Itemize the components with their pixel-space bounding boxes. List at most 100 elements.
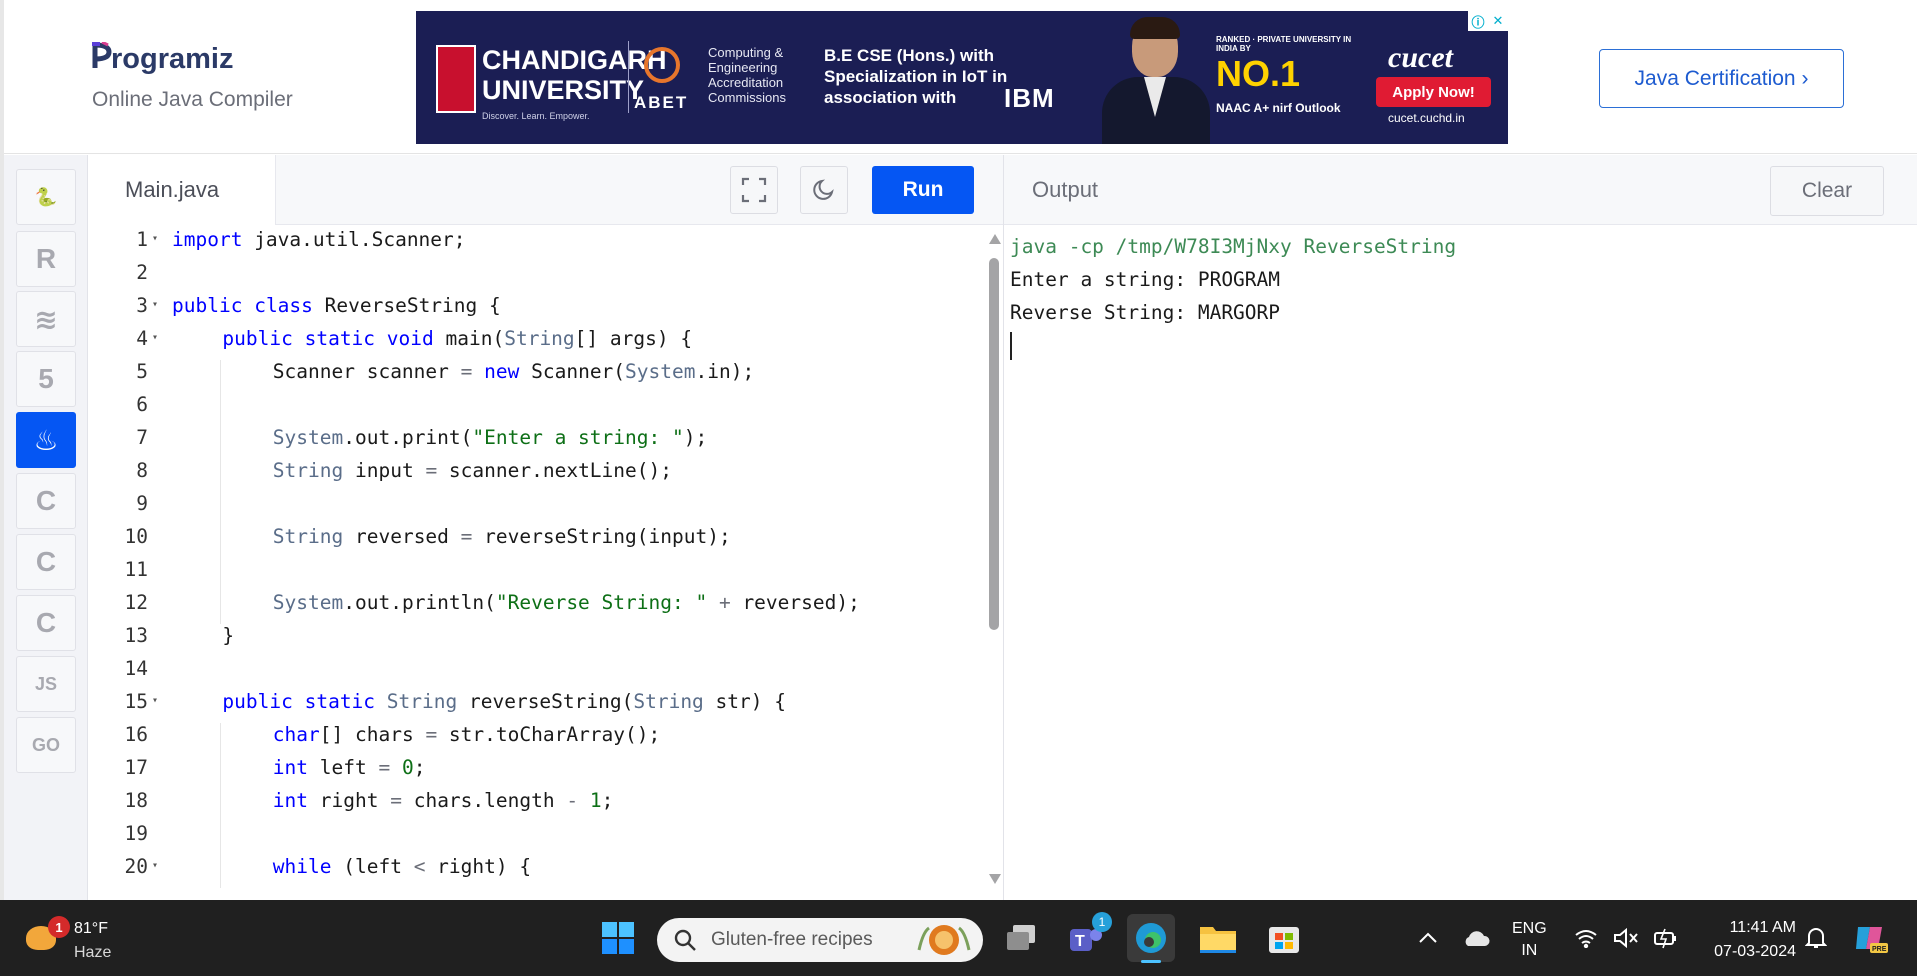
wifi-button[interactable] (1566, 914, 1606, 962)
taskbar-search[interactable]: Gluten-free recipes (657, 918, 983, 962)
code-token: reversed (343, 525, 461, 548)
copilot-button[interactable]: PRE (1846, 914, 1894, 962)
code-token: new (484, 360, 520, 383)
csharp-icon: C (35, 607, 57, 638)
file-explorer-button[interactable] (1194, 914, 1242, 962)
output-terminal[interactable]: java -cp /tmp/W78I3MjNxy ReverseString E… (1010, 230, 1456, 360)
ad-apply-button[interactable]: Apply Now! (1376, 77, 1491, 107)
code-token: import (172, 228, 243, 251)
output-pane: Output Clear java -cp /tmp/W78I3MjNxy Re… (1003, 155, 1917, 900)
code-token: Scanner( (519, 360, 626, 383)
onedrive-button[interactable] (1452, 914, 1500, 962)
code-line: public static void main(String[] args) { (222, 327, 692, 350)
notifications-button[interactable] (1796, 914, 1836, 962)
code-token: System (625, 360, 696, 383)
store-button[interactable] (1260, 914, 1308, 962)
weather-widget[interactable]: 1 81°F Haze (22, 916, 162, 964)
task-view-button[interactable] (997, 914, 1045, 962)
scrollbar-thumb[interactable] (989, 258, 999, 630)
code-token: ); (683, 426, 708, 449)
sidebar-lang-python[interactable]: 🐍 (16, 169, 76, 225)
code-token: < (413, 855, 426, 878)
sidebar-lang-r[interactable]: R (16, 231, 76, 287)
indent-guide (220, 360, 221, 393)
code-token: - (566, 789, 579, 812)
recipe-highlight-icon (917, 925, 971, 955)
sidebar-lang-csharp[interactable]: C (16, 595, 76, 651)
code-token: Scanner scanner (272, 360, 461, 383)
ad-person-image (1096, 15, 1216, 144)
line-number: 14 (124, 657, 148, 680)
taskbar-clock[interactable]: 11:41 AM 07-03-2024 (1696, 916, 1796, 964)
code-token: String (504, 327, 575, 350)
run-button[interactable]: Run (872, 166, 974, 214)
java-certification-button[interactable]: Java Certification › (1599, 49, 1844, 108)
fold-arrow-icon[interactable]: ▾ (152, 299, 162, 310)
sidebar-lang-html5[interactable]: 5 (16, 351, 76, 407)
code-token: public (222, 690, 293, 713)
code-token: String (272, 525, 344, 548)
code-line: int left = 0; (273, 756, 426, 779)
line-number: 9 (136, 492, 148, 515)
code-token: = (425, 459, 438, 482)
line-number: 5 (136, 360, 148, 383)
ad-banner[interactable]: CHANDIGARH UNIVERSITY Discover. Learn. E… (416, 11, 1508, 144)
code-token: = (460, 360, 473, 383)
code-editor[interactable]: 1 ▾ import java.util.Scanner; 2 3 ▾ public cla… (88, 226, 985, 900)
search-icon (674, 929, 696, 951)
fold-arrow-icon[interactable]: ▾ (152, 695, 162, 706)
code-token: ; (413, 756, 426, 779)
code-line: System.out.print("Enter a string: "); (273, 426, 707, 449)
line-number: 2 (136, 261, 148, 284)
python-icon: 🐍 (34, 186, 58, 207)
sidebar-lang-js[interactable]: JS (16, 656, 76, 712)
start-button[interactable] (594, 914, 642, 962)
cloud-icon (1465, 931, 1490, 946)
sidebar-lang-sql[interactable]: ≋ (16, 291, 76, 347)
line-number: 4 (136, 327, 148, 350)
code-token: while (272, 855, 332, 878)
js-icon: JS (34, 673, 58, 694)
ad-partner: IBM (1004, 83, 1055, 113)
ad-info-icon[interactable]: ⓘ (1468, 11, 1488, 31)
tab-main-java[interactable]: Main.java (88, 155, 276, 225)
line-number: 7 (136, 426, 148, 449)
r-icon: R (35, 243, 57, 274)
fold-arrow-icon[interactable]: ▾ (152, 860, 162, 871)
terminal-cursor (1010, 332, 1012, 360)
battery-button[interactable] (1646, 914, 1686, 962)
teams-button[interactable]: T 1 (1062, 912, 1112, 962)
input-language-indicator[interactable]: ENG IN (1512, 918, 1547, 962)
scroll-down-arrow-icon[interactable] (989, 874, 1001, 884)
tray-overflow-button[interactable] (1404, 914, 1452, 962)
theme-toggle-button[interactable] (800, 166, 848, 214)
code-token: static (304, 690, 376, 713)
volume-button[interactable] (1606, 914, 1646, 962)
output-toolbar: Output Clear (1004, 155, 1917, 225)
clear-button[interactable]: Clear (1770, 166, 1884, 216)
ad-rank-sources: NAAC A+ nirf Outlook (1216, 101, 1341, 115)
programiz-logo[interactable]: rogramiz (92, 40, 233, 76)
code-token: [] chars (319, 723, 426, 746)
line-number: 11 (124, 558, 148, 581)
fold-arrow-icon[interactable]: ▾ (152, 233, 162, 244)
line-number: 3 (136, 294, 148, 317)
sidebar-lang-cpp[interactable]: C (16, 534, 76, 590)
code-token: "Reverse String: " (495, 591, 708, 614)
sidebar-lang-go[interactable]: GO (16, 717, 76, 773)
scroll-up-arrow-icon[interactable] (989, 234, 1001, 244)
code-token: = (390, 789, 402, 812)
moon-icon (813, 179, 834, 200)
ad-close-icon[interactable]: ✕ (1488, 11, 1508, 31)
sidebar-lang-java[interactable]: ♨ (16, 412, 76, 468)
code-token: reverseString(input); (472, 525, 731, 548)
code-token: = (460, 525, 473, 548)
edge-button[interactable] (1127, 914, 1175, 963)
code-token: .out.print( (343, 426, 473, 449)
fold-arrow-icon[interactable]: ▾ (152, 332, 162, 343)
fullscreen-button[interactable] (730, 166, 778, 214)
sidebar-lang-c[interactable]: C (16, 473, 76, 529)
editor-scrollbar[interactable] (985, 226, 1003, 900)
